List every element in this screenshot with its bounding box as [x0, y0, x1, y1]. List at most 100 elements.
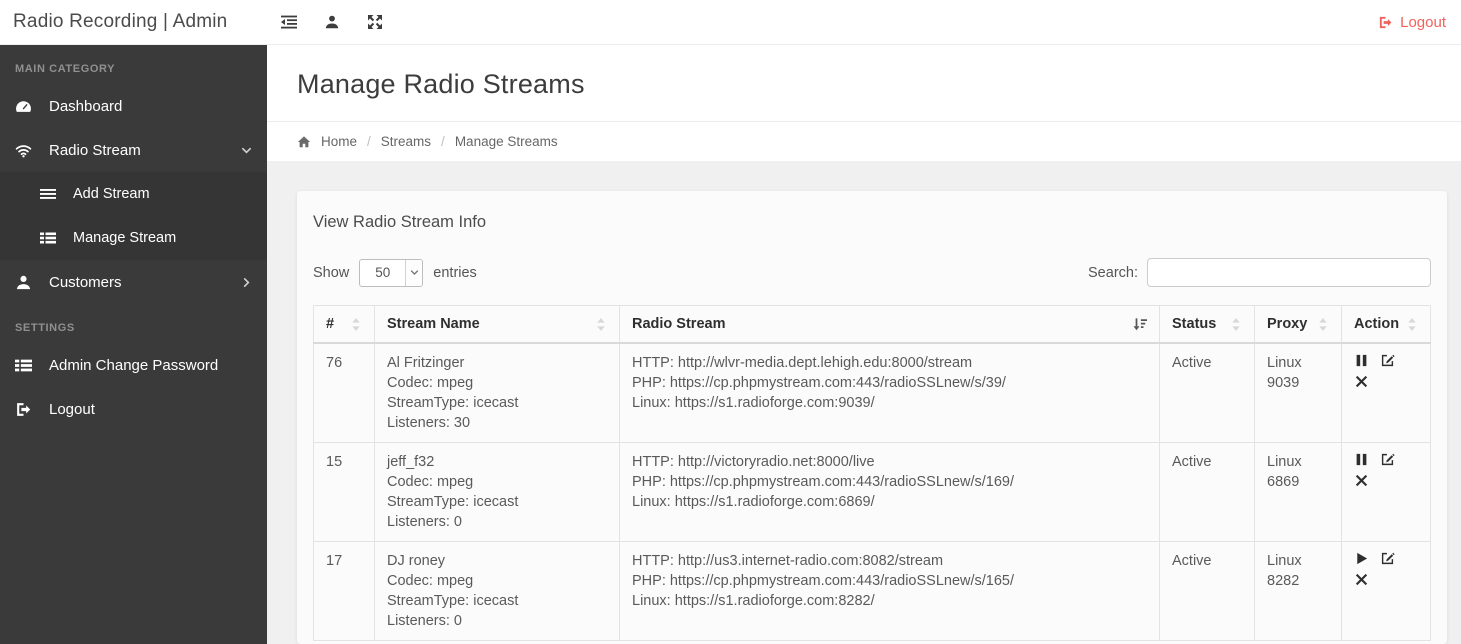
column-header-status[interactable]: Status: [1159, 305, 1255, 344]
entries-label: entries: [433, 264, 477, 281]
search-label: Search:: [1088, 264, 1138, 281]
menu-toggle-outdent-icon[interactable]: [281, 14, 297, 30]
table-row: 15 jeff_f32 Codec: mpeg StreamType: icec…: [313, 442, 1431, 542]
stream-url-linux: Linux: https://s1.radioforge.com:6869/: [632, 494, 875, 510]
page-length-control: Show 50 entries: [313, 258, 477, 287]
profile-user-icon[interactable]: [324, 14, 340, 30]
column-label: Stream Name: [387, 316, 480, 332]
breadcrumb-separator: /: [367, 134, 371, 149]
actions-cell: [1341, 342, 1431, 443]
sort-icon: [1406, 318, 1418, 331]
app-brand[interactable]: Radio Recording | Admin: [0, 11, 267, 33]
column-header-radio-stream[interactable]: Radio Stream: [619, 305, 1160, 344]
column-header-id[interactable]: #: [313, 305, 375, 344]
streams-table: # Stream Name Radio Stream Status Proxy …: [313, 305, 1431, 641]
content-area: View Radio Stream Info Show 50 entries S…: [267, 161, 1461, 644]
stream-name-cell: jeff_f32 Codec: mpeg StreamType: icecast…: [374, 442, 620, 542]
pause-icon[interactable]: [1354, 353, 1369, 368]
column-label: Proxy: [1267, 316, 1308, 332]
edit-icon[interactable]: [1380, 551, 1395, 566]
edit-icon[interactable]: [1380, 353, 1395, 368]
th-list-icon: [15, 357, 32, 374]
play-icon[interactable]: [1354, 551, 1369, 566]
chevron-right-icon: [241, 277, 252, 288]
sort-icon: [1317, 318, 1329, 331]
select-chevron-down-icon: [405, 259, 423, 286]
stream-type: StreamType: icecast: [387, 494, 519, 510]
stream-info-card: View Radio Stream Info Show 50 entries S…: [297, 191, 1447, 644]
proxy-os: Linux: [1267, 553, 1302, 569]
sidebar-item-label: Admin Change Password: [49, 356, 219, 374]
sidebar-item-label: Manage Stream: [73, 230, 177, 246]
wifi-icon: [15, 142, 32, 159]
table-header-row: # Stream Name Radio Stream Status Proxy …: [313, 305, 1431, 344]
chevron-down-icon: [241, 145, 252, 156]
stream-name-cell: Al Fritzinger Codec: mpeg StreamType: ic…: [374, 342, 620, 443]
breadcrumb-streams[interactable]: Streams: [381, 134, 431, 149]
show-label: Show: [313, 264, 350, 281]
edit-icon[interactable]: [1380, 452, 1395, 467]
sidebar-item-label: Radio Stream: [49, 141, 141, 159]
sort-icon: [350, 318, 362, 331]
radio-stream-cell: HTTP: http://victoryradio.net:8000/live …: [619, 442, 1160, 542]
sidebar-item-add-stream[interactable]: Add Stream: [0, 172, 267, 216]
main-area: Manage Radio Streams Home / Streams / Ma…: [267, 45, 1461, 644]
stream-type: StreamType: icecast: [387, 395, 519, 411]
stream-url-http: HTTP: http://victoryradio.net:8000/live: [632, 454, 875, 470]
stream-url-http: HTTP: http://wlvr-media.dept.lehigh.edu:…: [632, 355, 973, 371]
radio-stream-cell: HTTP: http://us3.internet-radio.com:8082…: [619, 541, 1160, 641]
sidebar-section-main-category: MAIN CATEGORY: [15, 63, 116, 75]
column-header-stream-name[interactable]: Stream Name: [374, 305, 620, 344]
actions-cell: [1341, 442, 1431, 542]
proxy-cell: Linux 8282: [1254, 541, 1342, 641]
top-bar-icons: [281, 14, 383, 30]
sort-icon: [1230, 318, 1242, 331]
sidebar-item-radio-stream[interactable]: Radio Stream: [0, 128, 267, 172]
table-controls: Show 50 entries Search:: [313, 258, 1431, 287]
status-badge: Active: [1159, 541, 1255, 641]
stream-url-php: PHP: https://cp.phpmystream.com:443/radi…: [632, 573, 1015, 589]
page-length-select[interactable]: 50: [359, 258, 424, 287]
delete-x-icon[interactable]: [1354, 374, 1369, 389]
column-header-action[interactable]: Action: [1341, 305, 1431, 344]
home-icon: [297, 135, 311, 149]
list-icon: [40, 186, 56, 202]
search-control: Search:: [1088, 258, 1431, 287]
sidebar-item-admin-change-password[interactable]: Admin Change Password: [0, 343, 267, 387]
logout-label: Logout: [1400, 13, 1446, 31]
fullscreen-expand-icon[interactable]: [367, 14, 383, 30]
stream-url-linux: Linux: https://s1.radioforge.com:8282/: [632, 593, 875, 609]
breadcrumb-current: Manage Streams: [454, 134, 558, 149]
proxy-port: 6869: [1267, 474, 1300, 490]
proxy-cell: Linux 6869: [1254, 442, 1342, 542]
sidebar-item-dashboard[interactable]: Dashboard: [0, 84, 267, 128]
column-label: Action: [1354, 316, 1400, 332]
sidebar-item-customers[interactable]: Customers: [0, 260, 267, 304]
stream-type: StreamType: icecast: [387, 593, 519, 609]
search-input[interactable]: [1147, 258, 1431, 287]
sign-out-icon: [15, 401, 32, 418]
stream-id: 76: [313, 342, 375, 443]
sort-desc-icon: [1133, 318, 1147, 331]
proxy-port: 8282: [1267, 573, 1300, 589]
pause-icon[interactable]: [1354, 452, 1369, 467]
column-label: Status: [1172, 316, 1217, 332]
proxy-os: Linux: [1267, 454, 1302, 470]
stream-url-php: PHP: https://cp.phpmystream.com:443/radi…: [632, 375, 1006, 391]
stream-codec: Codec: mpeg: [387, 573, 474, 589]
breadcrumb-home[interactable]: Home: [321, 134, 357, 149]
column-header-proxy[interactable]: Proxy: [1254, 305, 1342, 344]
delete-x-icon[interactable]: [1354, 572, 1369, 587]
sidebar-submenu-radio-stream: Add Stream Manage Stream: [0, 172, 267, 260]
delete-x-icon[interactable]: [1354, 473, 1369, 488]
sidebar-item-label: Logout: [49, 400, 95, 418]
logout-link[interactable]: Logout: [1378, 14, 1446, 31]
sidebar-item-manage-stream[interactable]: Manage Stream: [0, 216, 267, 260]
sidebar-section-settings: SETTINGS: [15, 322, 75, 334]
sidebar-item-label: Dashboard: [49, 97, 123, 115]
status-badge: Active: [1159, 442, 1255, 542]
breadcrumb-separator: /: [441, 134, 445, 149]
sidebar-item-logout[interactable]: Logout: [0, 387, 267, 431]
stream-id: 17: [313, 541, 375, 641]
actions-cell: [1341, 541, 1431, 641]
